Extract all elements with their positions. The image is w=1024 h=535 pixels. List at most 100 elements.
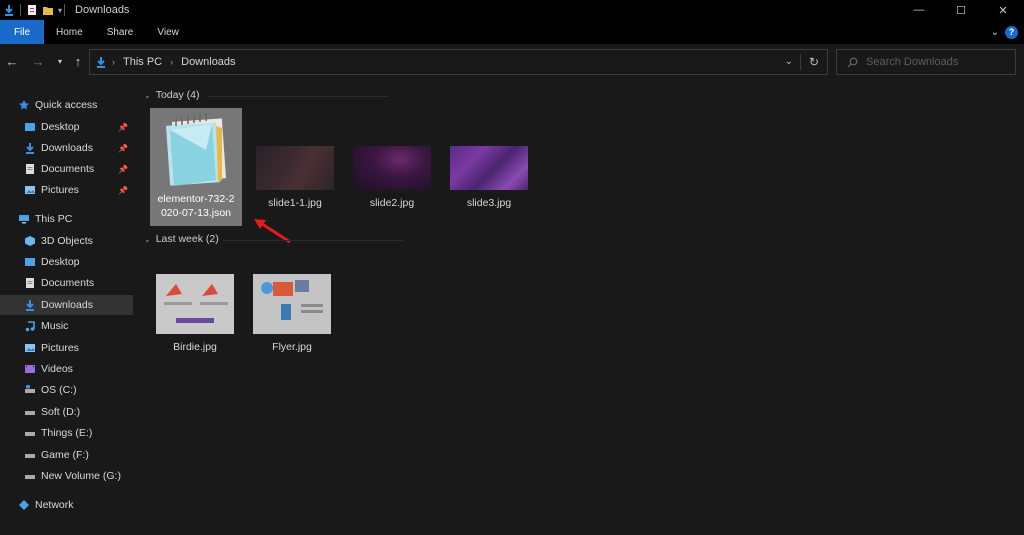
drive-icon bbox=[25, 385, 35, 393]
sidebar-item-network[interactable]: Network bbox=[0, 495, 133, 515]
up-arrow-icon[interactable]: ↑ bbox=[70, 53, 86, 69]
drive-icon bbox=[25, 454, 35, 458]
sidebar-item-music[interactable]: Music bbox=[0, 316, 133, 336]
cube-icon bbox=[25, 236, 35, 246]
breadcrumb-separator-icon[interactable]: › bbox=[170, 57, 173, 67]
sidebar-item-documents[interactable]: Documents bbox=[0, 273, 133, 293]
sidebar-item-pictures[interactable]: Pictures bbox=[0, 338, 133, 358]
desktop-folder-icon bbox=[25, 123, 35, 131]
group-header-last-week[interactable]: ⌄ Last week (2) bbox=[144, 233, 219, 245]
sidebar-item-game-f[interactable]: Game (F:) bbox=[0, 445, 133, 465]
videos-icon bbox=[25, 365, 35, 373]
pictures-icon bbox=[25, 344, 35, 352]
pin-icon: 📌 bbox=[118, 185, 128, 195]
navigation-pane: Quick access Desktop 📌 Downloads 📌 Docum… bbox=[0, 80, 133, 535]
window-title: Downloads bbox=[75, 4, 130, 16]
sidebar-item-downloads-pinned[interactable]: Downloads 📌 bbox=[0, 138, 133, 158]
file-item-elementor-json[interactable]: elementor-732-2 020-07-13.json bbox=[150, 108, 242, 226]
pictures-icon bbox=[25, 186, 35, 194]
sidebar-item-label: Soft (D:) bbox=[41, 406, 81, 418]
search-placeholder: Search Downloads bbox=[866, 56, 959, 68]
tab-home[interactable]: Home bbox=[44, 20, 95, 44]
group-header-today[interactable]: ⌄ Today (4) bbox=[144, 89, 199, 101]
address-divider bbox=[800, 54, 801, 70]
star-icon bbox=[19, 100, 29, 110]
title-bar: ▾ Downloads — ☐ ✕ bbox=[0, 0, 1024, 20]
breadcrumb-downloads[interactable]: Downloads bbox=[181, 56, 235, 68]
group-divider bbox=[208, 96, 388, 97]
new-folder-icon[interactable] bbox=[42, 4, 54, 16]
address-row: ← → ▾ ↑ › This PC › Downloads ⌄ ↻ Search… bbox=[0, 44, 1024, 80]
tab-view[interactable]: View bbox=[145, 20, 191, 44]
download-arrow-icon bbox=[26, 143, 34, 154]
sidebar-item-label: New Volume (G:) bbox=[41, 470, 121, 482]
pin-icon: 📌 bbox=[118, 164, 128, 174]
ribbon-tabs: File Home Share View ⌄ ? bbox=[0, 20, 1024, 44]
tab-file[interactable]: File bbox=[0, 20, 44, 44]
sidebar-item-label: Quick access bbox=[35, 99, 98, 111]
sidebar-item-quick-access[interactable]: Quick access bbox=[0, 95, 133, 115]
file-item-flyer[interactable]: Flyer.jpg bbox=[246, 274, 338, 354]
sidebar-item-desktop-pinned[interactable]: Desktop 📌 bbox=[0, 117, 133, 137]
sidebar-item-documents-pinned[interactable]: Documents 📌 bbox=[0, 159, 133, 179]
desktop-folder-icon bbox=[25, 258, 35, 266]
forward-arrow-icon[interactable]: → bbox=[30, 53, 46, 69]
sidebar-item-this-pc[interactable]: This PC bbox=[0, 209, 133, 229]
group-header-label: Last week (2) bbox=[155, 233, 219, 245]
sidebar-item-new-volume-g[interactable]: New Volume (G:) bbox=[0, 466, 133, 486]
sidebar-item-soft-d[interactable]: Soft (D:) bbox=[0, 402, 133, 422]
sidebar-item-label: Videos bbox=[41, 363, 73, 375]
sidebar-item-3d-objects[interactable]: 3D Objects bbox=[0, 231, 133, 251]
sidebar-item-things-e[interactable]: Things (E:) bbox=[0, 423, 133, 443]
minimize-button[interactable]: — bbox=[898, 0, 940, 20]
sidebar-item-label: Desktop bbox=[41, 256, 80, 268]
recent-locations-dropdown-icon[interactable]: ▾ bbox=[52, 53, 68, 69]
download-arrow-icon bbox=[5, 5, 13, 16]
sidebar-item-label: Things (E:) bbox=[41, 427, 93, 439]
sidebar-item-label: Game (F:) bbox=[41, 449, 89, 461]
computer-icon bbox=[19, 215, 29, 224]
sidebar-item-label: Desktop bbox=[41, 121, 80, 133]
file-name-line: elementor-732-2 bbox=[157, 193, 235, 205]
collapse-chevron-icon[interactable]: ⌄ bbox=[144, 91, 151, 100]
breadcrumb-separator-icon[interactable]: › bbox=[112, 57, 115, 67]
file-item-slide1[interactable]: slide1-1.jpg bbox=[249, 146, 341, 210]
search-icon bbox=[847, 57, 858, 67]
tab-share[interactable]: Share bbox=[95, 20, 146, 44]
expand-ribbon-chevron-icon[interactable]: ⌄ bbox=[991, 27, 999, 38]
documents-icon bbox=[26, 164, 34, 174]
image-thumbnail-icon bbox=[353, 146, 431, 190]
address-history-dropdown-icon[interactable]: ⌄ bbox=[785, 56, 793, 67]
network-icon bbox=[19, 500, 29, 510]
sidebar-item-label: Pictures bbox=[41, 342, 79, 354]
file-item-slide3[interactable]: slide3.jpg bbox=[443, 146, 535, 210]
title-divider bbox=[64, 4, 66, 16]
back-arrow-icon[interactable]: ← bbox=[4, 53, 20, 69]
red-arrow-annotation-icon bbox=[254, 219, 291, 244]
address-bar[interactable]: › This PC › Downloads ⌄ ↻ bbox=[89, 49, 828, 75]
sidebar-item-label: Documents bbox=[41, 277, 95, 289]
group-header-label: Today (4) bbox=[155, 89, 200, 101]
file-item-slide2[interactable]: slide2.jpg bbox=[346, 146, 438, 210]
drive-icon bbox=[25, 475, 35, 479]
properties-icon[interactable] bbox=[27, 4, 38, 16]
maximize-button[interactable]: ☐ bbox=[940, 0, 982, 20]
sidebar-item-pictures-pinned[interactable]: Pictures 📌 bbox=[0, 180, 133, 200]
sidebar-item-desktop[interactable]: Desktop bbox=[0, 252, 133, 272]
sidebar-item-label: Pictures bbox=[41, 184, 79, 196]
file-name: Flyer.jpg bbox=[272, 341, 312, 353]
search-input[interactable]: Search Downloads bbox=[836, 49, 1016, 75]
sidebar-item-downloads[interactable]: Downloads bbox=[0, 295, 133, 315]
help-icon[interactable]: ? bbox=[1005, 25, 1018, 39]
quick-access-toolbar-dropdown-icon[interactable]: ▾ bbox=[58, 6, 62, 15]
sidebar-item-os-c[interactable]: OS (C:) bbox=[0, 380, 133, 400]
refresh-icon[interactable]: ↻ bbox=[809, 55, 819, 69]
close-button[interactable]: ✕ bbox=[982, 0, 1024, 20]
image-thumbnail-icon bbox=[156, 274, 234, 334]
collapse-chevron-icon[interactable]: ⌄ bbox=[144, 235, 151, 244]
file-item-birdie[interactable]: Birdie.jpg bbox=[149, 274, 241, 354]
sidebar-item-videos[interactable]: Videos bbox=[0, 359, 133, 379]
sidebar-item-label: OS (C:) bbox=[41, 384, 77, 396]
breadcrumb-this-pc[interactable]: This PC bbox=[123, 56, 162, 68]
music-icon bbox=[25, 321, 35, 332]
